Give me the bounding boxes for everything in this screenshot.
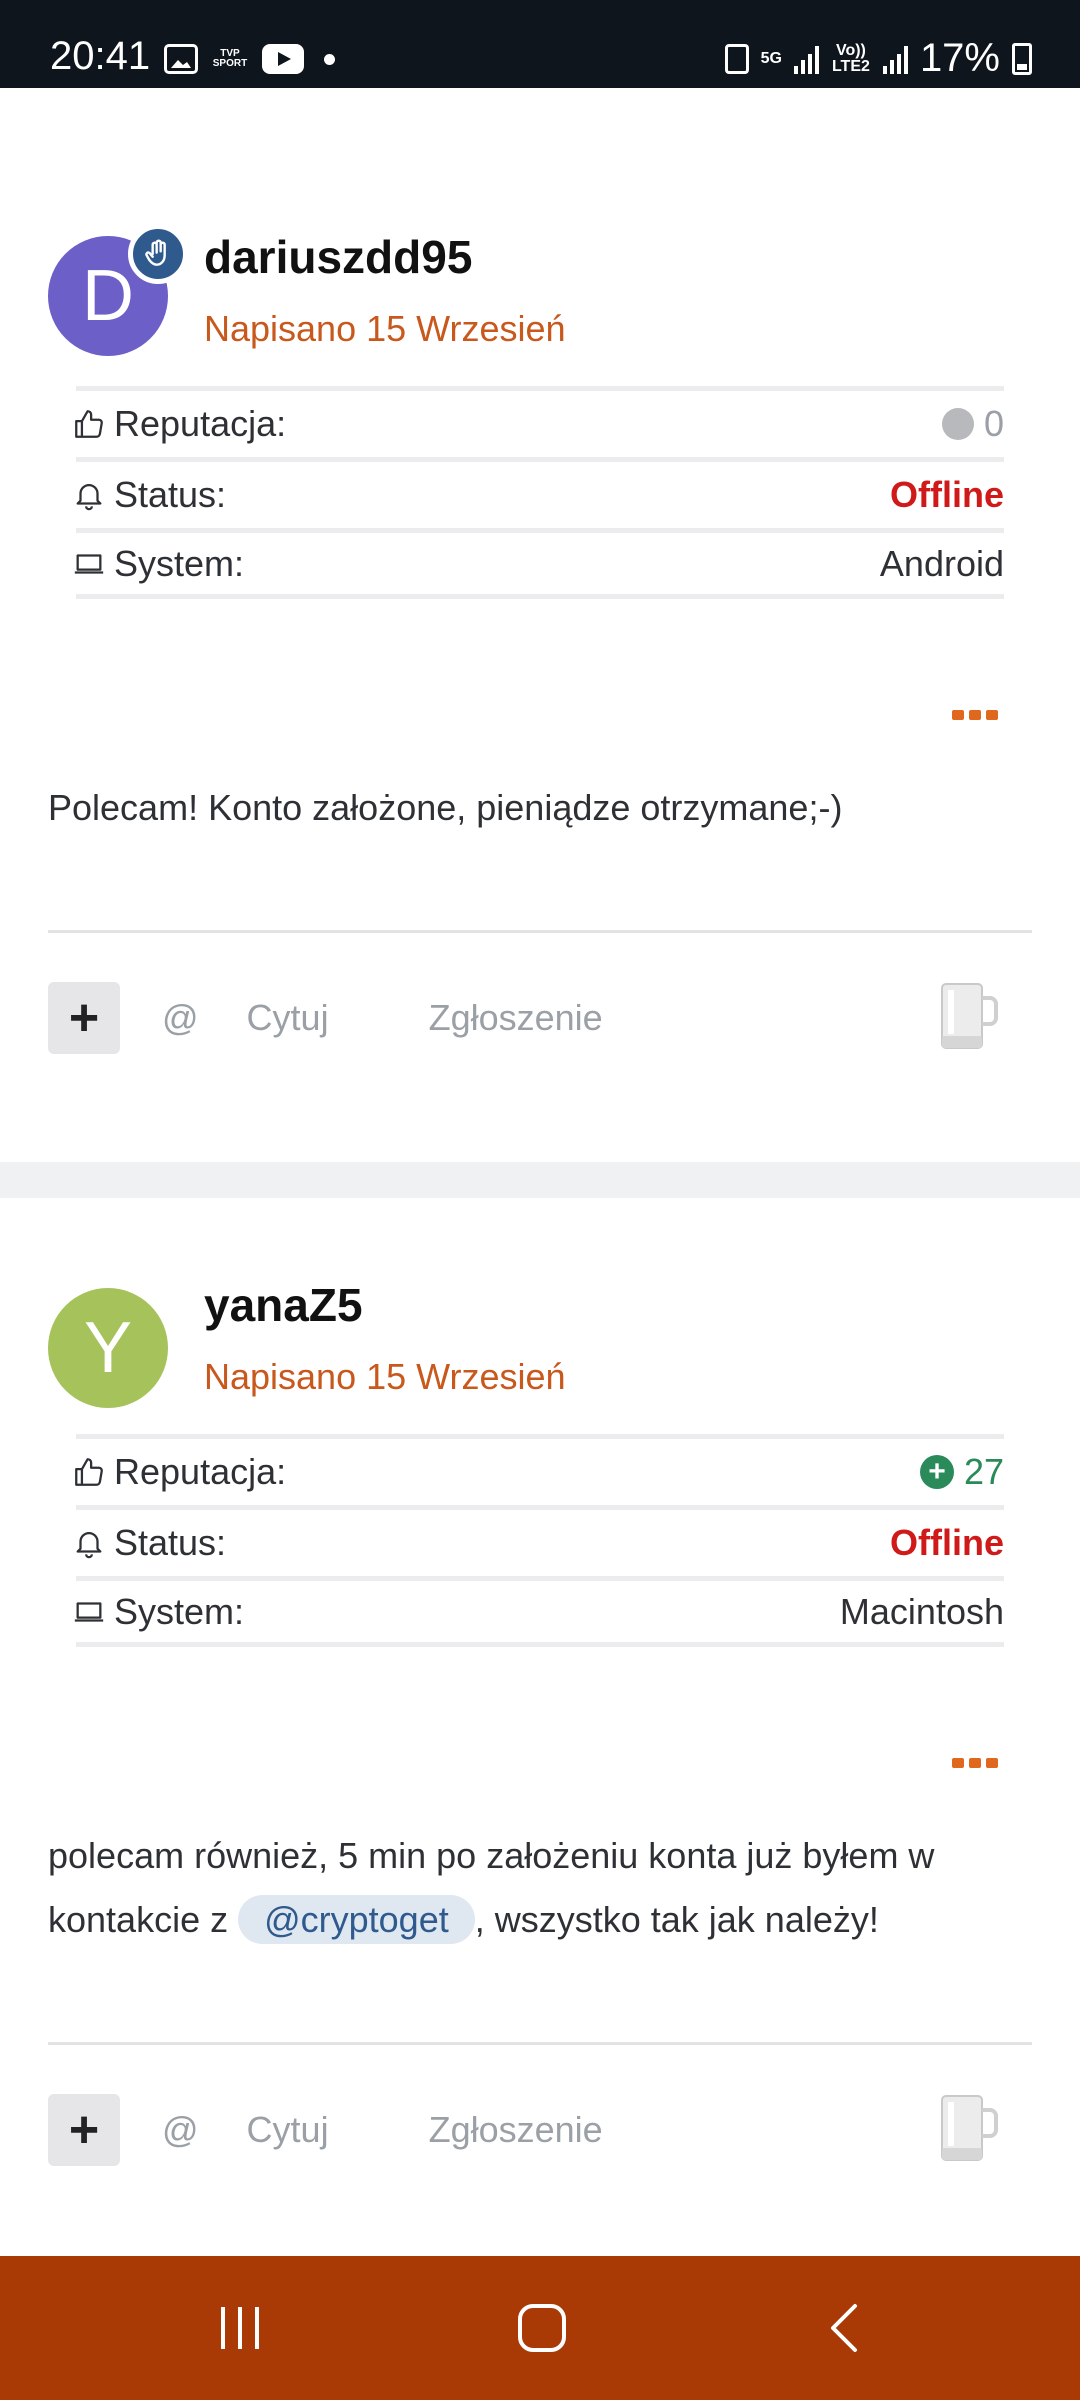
beer-mug-icon[interactable] [932,2088,1002,2177]
quote-button[interactable]: Cytuj [247,997,329,1039]
beer-mug-icon[interactable] [932,976,1002,1065]
mention-link[interactable]: @cryptoget [238,1895,475,1944]
back-button[interactable] [764,2256,924,2400]
hand-badge-icon [128,224,188,284]
status-value: Offline [890,1522,1004,1563]
positive-reputation-icon: + [919,1455,954,1489]
recent-apps-icon [221,2307,259,2349]
author-info: Reputacja: 0 Status: Offline System: And… [74,386,1004,599]
post-body: Polecam! Konto założone, pieniądze otrzy… [48,787,843,828]
mention-button[interactable]: @ [162,997,199,1039]
divider [48,930,1032,933]
avatar[interactable]: Y [48,1288,168,1408]
tvp-sport-icon: TVP SPORT [212,48,248,69]
username[interactable]: yanaZ5 [204,1278,363,1332]
volte-icon: Vo)) LTE2 [831,41,870,75]
signal-2-icon [882,44,908,74]
multiquote-button[interactable]: + [48,982,120,1054]
notification-icons: TVP SPORT [164,44,335,74]
multiquote-button[interactable]: + [48,2094,120,2166]
report-button[interactable]: Zgłoszenie [429,2109,603,2151]
laptop-icon [74,1601,104,1622]
post-date[interactable]: Napisano 15 Wrzesień [204,1356,566,1398]
battery-percent: 17% [919,36,1000,80]
post-actions: + @ Cytuj Zgłoszenie [48,982,1032,1054]
status-time: 20:41 [50,34,151,78]
battery-icon [1012,42,1032,75]
more-options-icon[interactable] [952,1758,998,1768]
gallery-icon [164,44,198,74]
status-bar: 20:41 TVP SPORT 5G Vo)) LTE2 17% [0,0,1080,88]
status-label: Status: [114,1522,227,1563]
reputation-label: Reputacja: [114,1451,287,1492]
home-icon [518,2304,566,2352]
save-icon [724,43,749,74]
laptop-icon [74,553,104,574]
neutral-reputation-icon [941,408,974,440]
reputation-value: 0 [941,403,1004,445]
bell-icon [76,1532,102,1559]
status-value: Offline [890,474,1004,515]
topic-content[interactable]: D dariuszdd95 Napisano 15 Wrzesień Reput… [0,88,1080,2256]
status-row: Status: Offline [76,1505,1004,1576]
system-row: System: Android [74,528,1004,599]
status-row: Status: Offline [76,457,1004,528]
recent-apps-button[interactable] [160,2256,320,2400]
post-actions: + @ Cytuj Zgłoszenie [48,2094,1032,2166]
system-value: Macintosh [839,1590,1004,1632]
youtube-icon [262,44,304,74]
report-button[interactable]: Zgłoszenie [429,997,603,1039]
post-body: polecam również, 5 min po założeniu kont… [48,1824,1032,1952]
reputation-row: Reputacja: 0 [75,386,1004,457]
system-row: System: Macintosh [74,1576,1004,1647]
network-5g-icon: 5G [760,49,782,67]
signal-icon [793,44,819,74]
quote-button[interactable]: Cytuj [247,2109,329,2151]
post: D dariuszdd95 Napisano 15 Wrzesień Reput… [0,88,1080,1162]
mention-button[interactable]: @ [162,2109,199,2151]
system-label: System: [114,542,245,584]
bell-icon [76,484,102,511]
system-value: Android [879,542,1004,584]
reputation-label: Reputacja: [114,403,287,444]
notification-dot-icon [324,53,335,65]
reputation-row: Reputacja: + 27 [75,1434,1004,1505]
thumbs-up-icon [75,1458,103,1486]
back-icon [831,2304,857,2352]
more-options-icon[interactable] [952,710,998,720]
navigation-bar [0,2256,1080,2400]
system-icons: 5G Vo)) LTE2 17% [724,36,1032,81]
divider [48,2042,1032,2045]
post-date[interactable]: Napisano 15 Wrzesień [204,308,566,350]
thumbs-up-icon [75,410,103,438]
post: Y yanaZ5 Napisano 15 Wrzesień Reputacja:… [0,1198,1080,2256]
reputation-value: + 27 [919,1451,1004,1493]
username[interactable]: dariuszdd95 [204,230,472,284]
home-button[interactable] [462,2256,622,2400]
author-info: Reputacja: + 27 Status: Offline System: [74,1434,1004,1647]
system-label: System: [114,1590,245,1632]
status-label: Status: [114,474,227,515]
